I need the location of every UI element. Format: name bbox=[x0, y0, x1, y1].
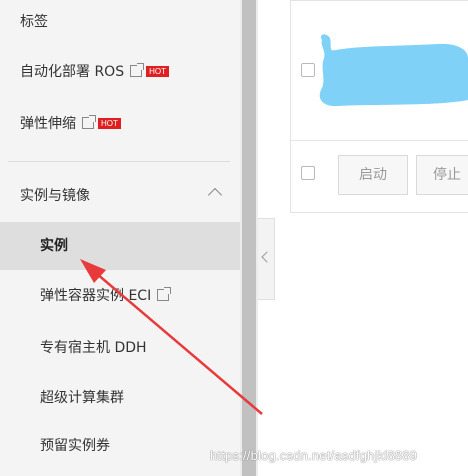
watermark: https://blog.csdn.net/asdfghjkl8889 bbox=[210, 448, 418, 463]
annotation-arrow bbox=[80, 259, 263, 415]
